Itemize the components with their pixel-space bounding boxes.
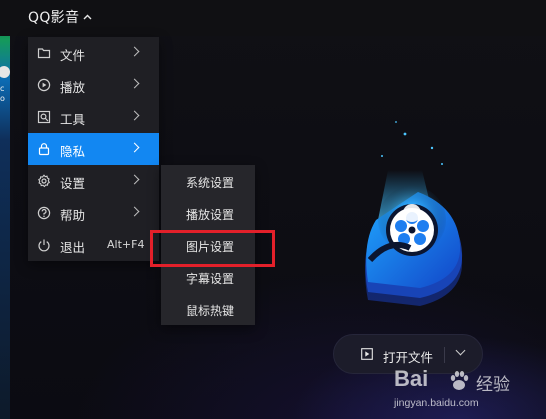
menu-item-settings[interactable]: 设置 (28, 165, 159, 197)
desktop-icon-label: c o (0, 84, 5, 103)
chevron-up-icon (83, 14, 92, 20)
shortcut-label: Alt+F4 (107, 238, 145, 251)
main-menu: 文件 播放 工具 隐私 设置 帮助 退出 Alt+F4 (28, 37, 159, 261)
app-menu-button[interactable]: QQ影音 (28, 7, 92, 27)
chevron-right-icon (129, 174, 140, 185)
watermark-brand-suffix: 经验 (476, 375, 510, 395)
menu-item-label: 文件 (60, 48, 86, 63)
watermark-brand: Bai (394, 366, 429, 391)
menu-item-tools[interactable]: 工具 (28, 101, 159, 133)
button-divider (444, 347, 445, 363)
menu-item-label: 帮助 (60, 208, 86, 223)
submenu-item-label: 鼠标热键 (186, 304, 235, 318)
menu-item-label: 工具 (60, 112, 86, 127)
chevron-right-icon (129, 46, 140, 57)
menu-item-label: 播放 (60, 80, 86, 95)
open-file-label: 打开文件 (383, 350, 434, 365)
tools-icon (37, 110, 51, 124)
menu-item-label: 退出 (60, 240, 86, 255)
menu-item-exit[interactable]: 退出 Alt+F4 (28, 229, 159, 261)
gear-icon (38, 174, 51, 188)
menu-item-privacy[interactable]: 隐私 (28, 133, 159, 165)
app-title: QQ影音 (28, 10, 80, 26)
submenu-item-label: 系统设置 (186, 176, 235, 190)
submenu-item-mouse-hotkeys[interactable]: 鼠标热键 (161, 293, 255, 325)
play-circle-icon (37, 78, 51, 92)
play-file-icon (361, 348, 373, 360)
submenu-item-label: 播放设置 (186, 208, 235, 222)
menu-item-file[interactable]: 文件 (28, 37, 159, 69)
baidu-jingyan-watermark: Bai 经验 jingyan.baidu.com (394, 366, 542, 416)
title-bar: QQ影音 (0, 0, 546, 36)
submenu-item-playback-settings[interactable]: 播放设置 (161, 197, 255, 229)
chevron-down-icon[interactable] (455, 345, 466, 356)
submenu-item-system-settings[interactable]: 系统设置 (161, 165, 255, 197)
annotation-highlight-box (150, 230, 275, 267)
menu-item-label: 隐私 (60, 144, 86, 159)
lock-icon (38, 143, 50, 156)
folder-icon (37, 48, 51, 59)
desktop-icon (0, 66, 10, 78)
menu-item-help[interactable]: 帮助 (28, 197, 159, 229)
baidu-paw-icon (450, 371, 469, 390)
desktop-edge: c o (0, 0, 10, 419)
menu-item-label: 设置 (60, 176, 86, 191)
help-icon (37, 206, 51, 220)
watermark-url: jingyan.baidu.com (394, 397, 479, 409)
chevron-right-icon (129, 142, 140, 153)
submenu-item-label: 字幕设置 (186, 272, 235, 286)
power-icon (38, 239, 50, 252)
menu-item-play[interactable]: 播放 (28, 69, 159, 101)
chevron-right-icon (129, 110, 140, 121)
chevron-right-icon (129, 78, 140, 89)
chevron-right-icon (129, 206, 140, 217)
qq-player-logo (365, 121, 463, 306)
